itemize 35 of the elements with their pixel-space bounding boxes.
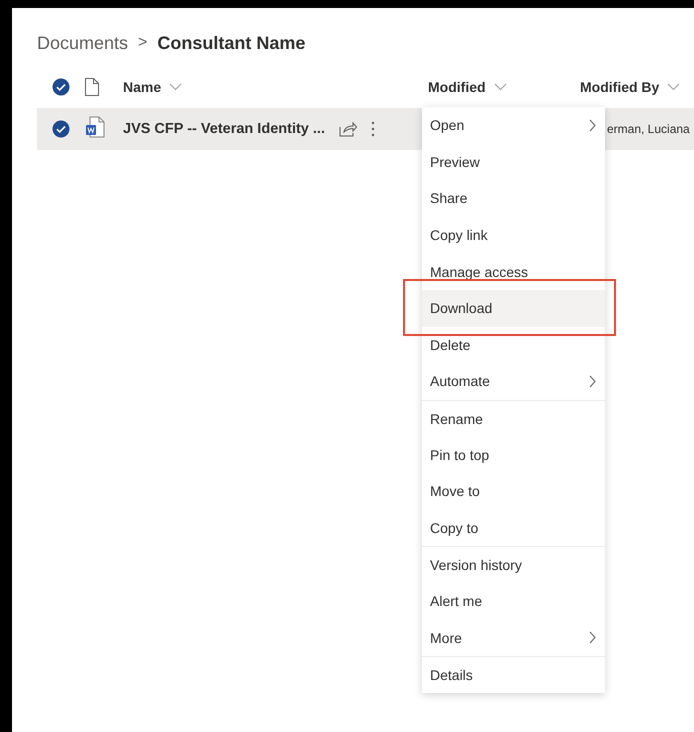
share-icon[interactable] [338,121,357,137]
menu-item[interactable]: Pin to top [422,436,605,473]
menu-item[interactable]: Open [422,107,605,144]
checkbox[interactable] [52,120,70,138]
column-header[interactable]: Modified By [580,79,660,95]
checkbox[interactable] [52,78,70,96]
word-file-icon [85,116,105,138]
menu-item[interactable]: Rename [422,400,605,436]
more-icon[interactable] [370,121,375,137]
table-cell-text: erman, Luciana [607,122,691,136]
menu-item[interactable]: Share [422,180,605,217]
chevron-down-icon [494,83,507,91]
breadcrumb-link[interactable]: Documents [37,32,128,54]
chevron-down-icon [169,83,182,91]
menu-item[interactable]: Version history [422,546,605,583]
menu-item[interactable]: Copy to [422,510,605,546]
breadcrumb-separator: > [138,34,148,52]
menu-item[interactable]: Delete [422,326,605,364]
menu-item[interactable]: Copy link [422,216,605,254]
column-header[interactable]: Modified [428,79,486,95]
breadcrumb-current: Consultant Name [157,32,306,54]
menu-item[interactable]: Alert me [422,582,605,620]
chevron-right-icon [589,118,596,132]
menu-item[interactable]: Details [422,656,605,692]
menu-item[interactable]: Move to [422,472,605,510]
menu-item[interactable]: More [422,619,605,656]
menu-item[interactable]: Automate [422,363,605,400]
file-type-icon [85,78,99,96]
chevron-down-icon [667,83,680,91]
menu-item[interactable]: Manage access [422,253,605,290]
menu-item[interactable]: Download [422,290,605,327]
chevron-right-icon [589,631,596,644]
chevron-right-icon [589,374,596,388]
column-header[interactable]: Name [123,79,162,95]
file-name[interactable]: JVS CFP -- Veteran Identity ... [123,121,325,137]
